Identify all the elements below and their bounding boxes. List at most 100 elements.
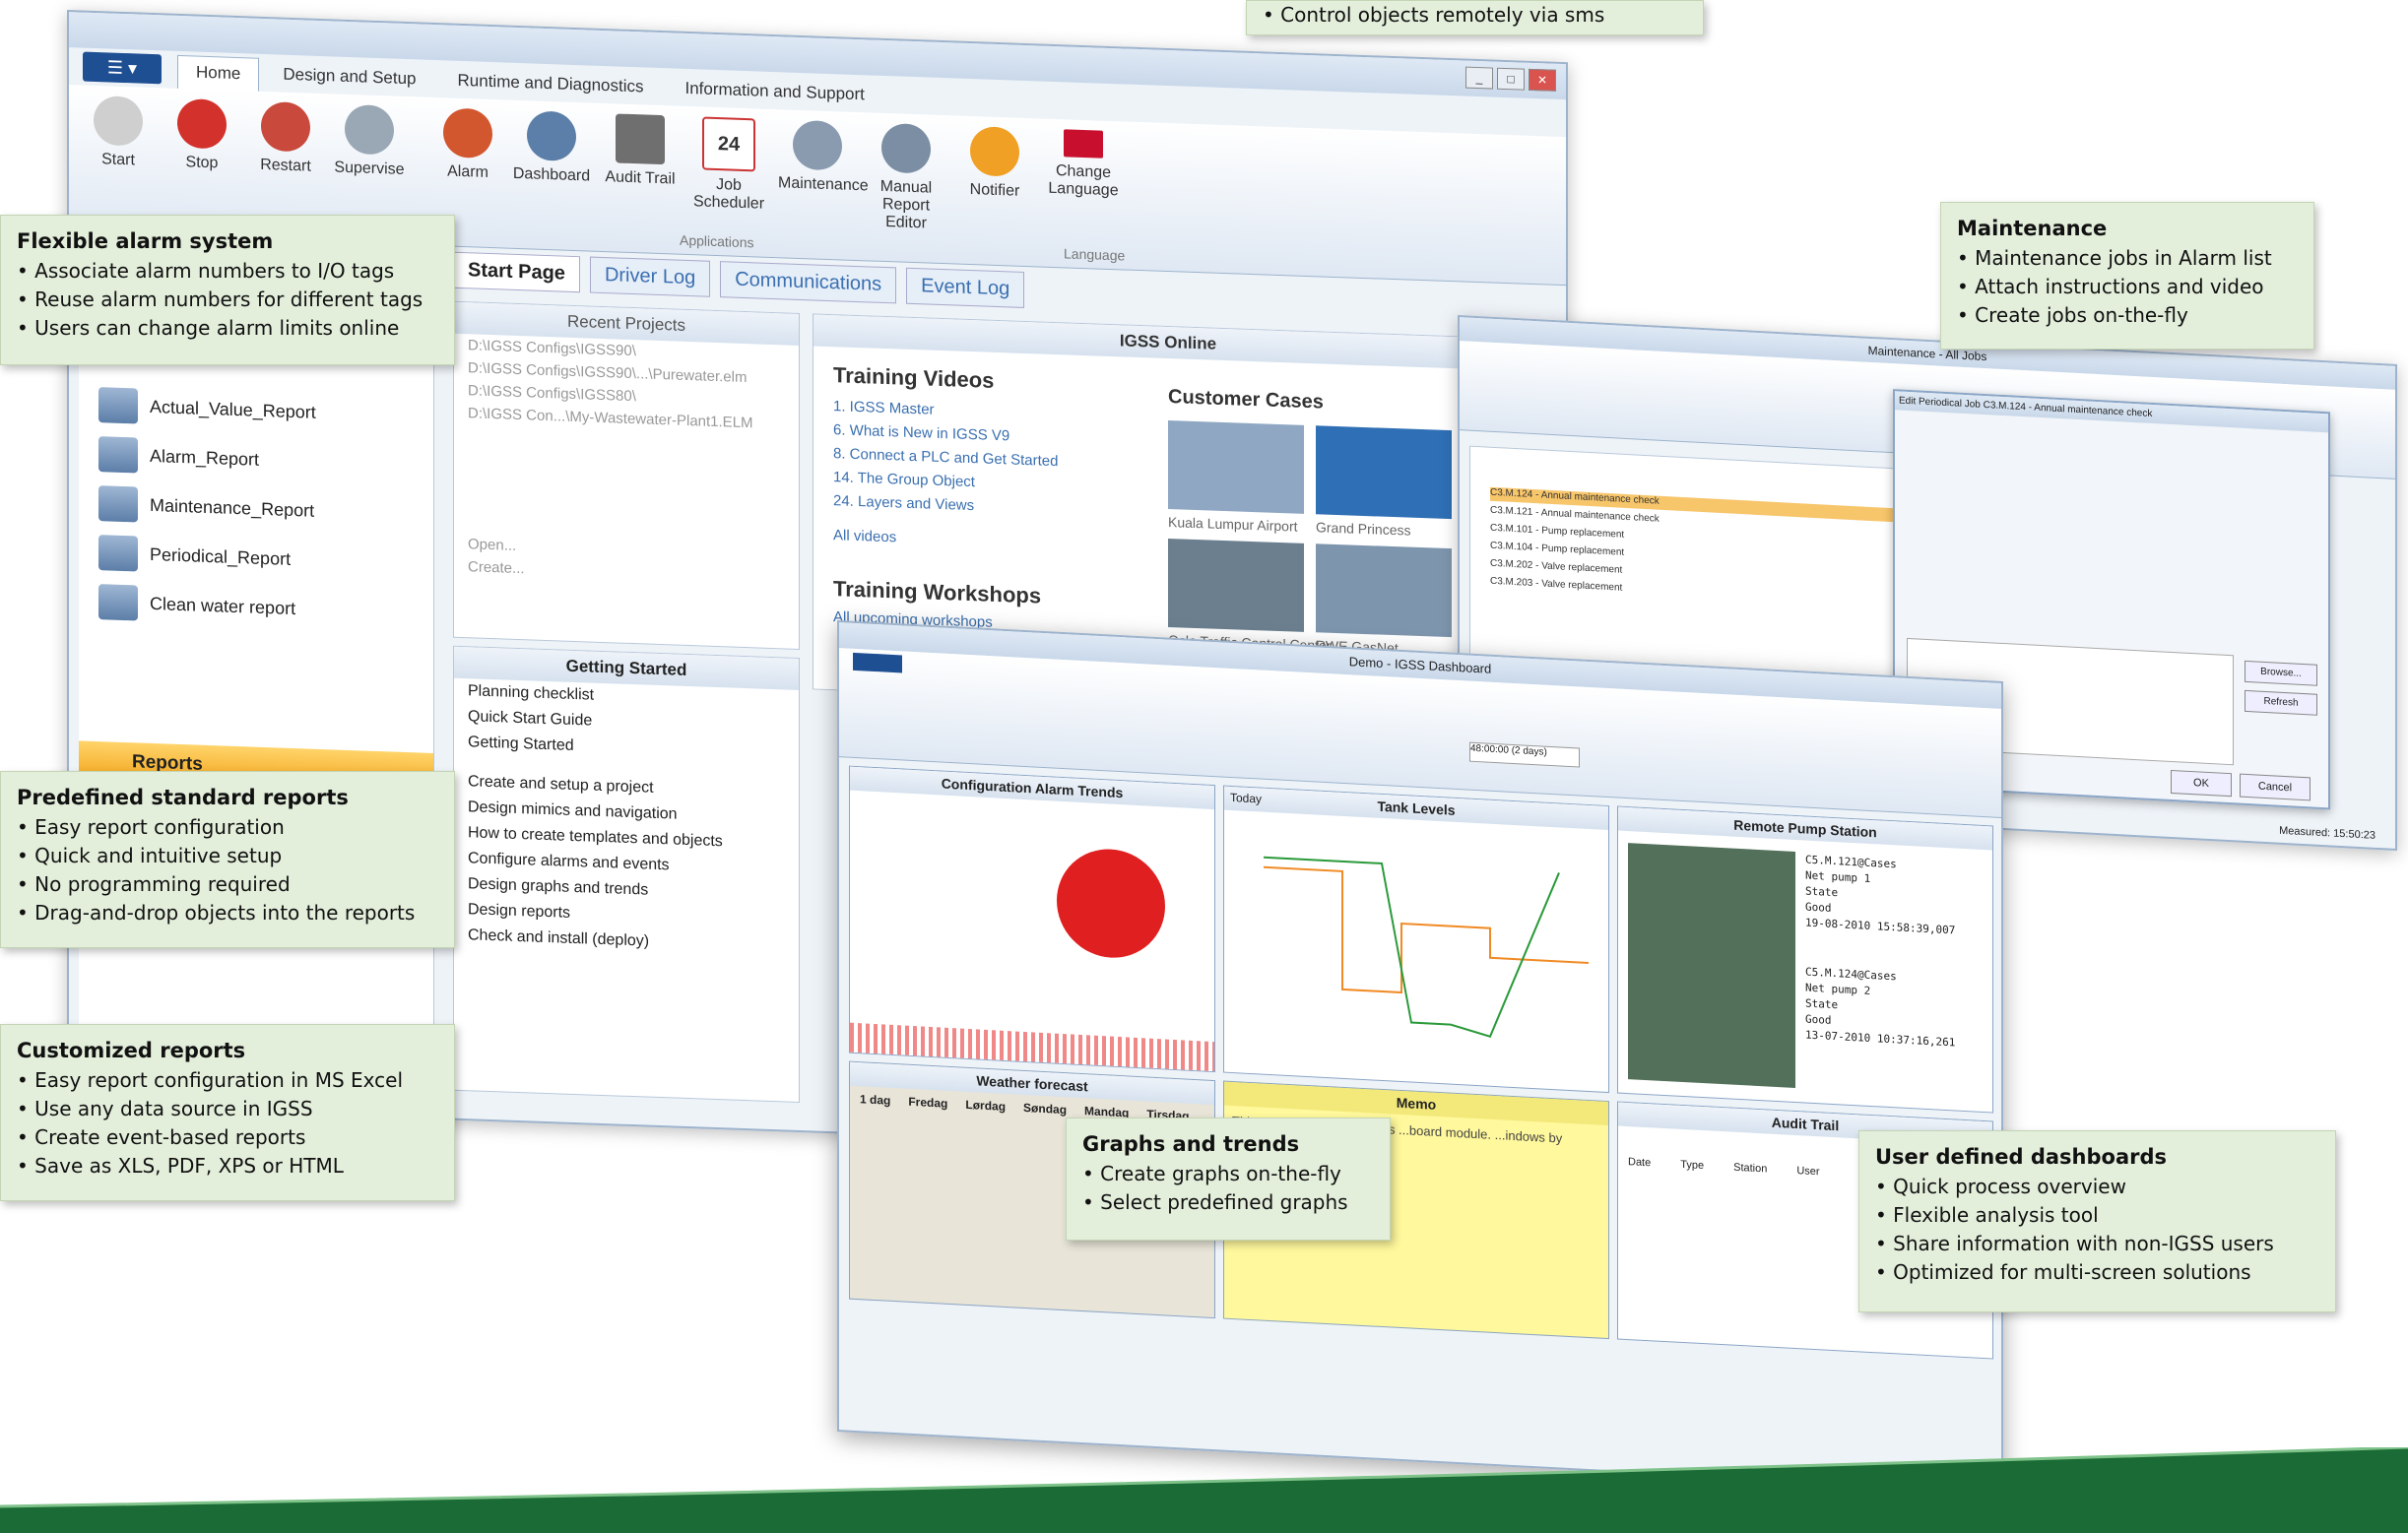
video-link[interactable]: 6. What is New in IGSS V9 xyxy=(833,421,1009,444)
minimize-button[interactable]: _ xyxy=(1465,66,1493,90)
tab-event-log[interactable]: Event Log xyxy=(906,267,1025,308)
igss-online-header: IGSS Online xyxy=(814,314,1523,371)
clapperboard-icon xyxy=(616,113,665,165)
tab-driver-log[interactable]: Driver Log xyxy=(589,256,711,297)
supervise-icon xyxy=(345,103,394,156)
alarm-button[interactable]: Alarm xyxy=(428,107,507,183)
report-editor-icon xyxy=(881,122,931,174)
report-icon xyxy=(98,387,138,424)
tab-start-page[interactable]: Start Page xyxy=(453,251,580,293)
callout-bullet: Control objects remotely via sms xyxy=(1263,1,1687,30)
window-controls: _ □ ✕ xyxy=(1465,66,1556,92)
measured-status: Measured: 15:50:23 xyxy=(2279,824,2375,842)
notifier-button[interactable]: Notifier xyxy=(955,125,1034,201)
cruise-ship-photo[interactable] xyxy=(1316,425,1452,520)
stop-icon xyxy=(177,97,227,150)
tank-level-series xyxy=(1264,856,1560,1038)
tab-home[interactable]: Home xyxy=(177,54,260,92)
reports-sidebar: Actual_Value_Report Alarm_Report Mainten… xyxy=(79,238,434,1099)
sidebar-item-actual-value-report[interactable]: Actual_Value_Report xyxy=(98,387,316,430)
start-button[interactable]: Start xyxy=(79,95,158,170)
callout-bullet: Drag-and-drop objects into the reports xyxy=(17,899,438,927)
sidebar-item-clean-water-report[interactable]: Clean water report xyxy=(98,584,295,626)
video-link[interactable]: 14. The Group Object xyxy=(833,469,975,490)
callout-graphs: Graphs and trends Create graphs on-the-f… xyxy=(1066,1118,1391,1241)
callout-title: Predefined standard reports xyxy=(17,786,349,809)
callout-dashboards: User defined dashboards Quick process ov… xyxy=(1858,1130,2336,1312)
callout-bullet: Use any data source in IGSS xyxy=(17,1095,438,1123)
green-swoosh-decoration xyxy=(0,1447,2408,1533)
app-menu-button[interactable] xyxy=(853,652,902,673)
browse-button[interactable]: Browse... xyxy=(2245,660,2317,686)
union-jack-icon xyxy=(1064,129,1103,159)
pump-2-status: C5.M.124@Cases Net pump 2 State Good 13-… xyxy=(1805,965,1956,1050)
callout-bullet: Quick process overview xyxy=(1875,1173,2319,1201)
play-icon xyxy=(94,95,143,147)
callout-bullet: Save as XLS, PDF, XPS or HTML xyxy=(17,1152,438,1181)
case-caption: Grand Princess xyxy=(1316,519,1411,539)
airport-photo[interactable] xyxy=(1168,420,1304,514)
app-menu-button[interactable]: ☰ ▾ xyxy=(83,51,162,85)
refresh-button[interactable]: Refresh xyxy=(2245,689,2317,716)
callout-bullet: Flexible analysis tool xyxy=(1875,1201,2319,1230)
callout-standard-reports: Predefined standard reports Easy report … xyxy=(0,771,455,948)
maximize-button[interactable]: □ xyxy=(1497,67,1525,91)
alarm-pie-chart xyxy=(1057,846,1165,961)
audit-trail-button[interactable]: Audit Trail xyxy=(601,113,680,189)
restart-button[interactable]: Restart xyxy=(246,100,325,176)
period-length-select[interactable]: 48:00:00 (2 days) xyxy=(1469,741,1580,768)
manual-report-editor-button[interactable]: Manual Report Editor xyxy=(867,122,945,233)
video-link[interactable]: 24. Layers and Views xyxy=(833,492,974,514)
video-link[interactable]: 1. IGSS Master xyxy=(833,398,935,418)
change-language-button[interactable]: Change Language xyxy=(1044,129,1123,201)
callout-bullet: No programming required xyxy=(17,870,438,899)
close-button[interactable]: ✕ xyxy=(1529,68,1556,92)
callout-bullet: Quick and intuitive setup xyxy=(17,842,438,870)
sidebar-item-maintenance-report[interactable]: Maintenance_Report xyxy=(98,485,314,529)
stop-button[interactable]: Stop xyxy=(163,97,241,173)
swoosh-band xyxy=(0,1447,2408,1533)
callout-bullet: Share information with non-IGSS users xyxy=(1875,1230,2319,1258)
restart-icon xyxy=(261,100,310,153)
callout-bullet: Reuse alarm numbers for different tags xyxy=(17,286,438,314)
callout-bullet: Create graphs on-the-fly xyxy=(1082,1160,1374,1188)
callout-bullet: Maintenance jobs in Alarm list xyxy=(1957,244,2298,273)
training-videos-heading: Training Videos xyxy=(833,362,995,393)
ok-button[interactable]: OK xyxy=(2171,769,2232,798)
callout-title: Customized reports xyxy=(17,1039,246,1062)
maintenance-button[interactable]: Maintenance xyxy=(778,119,869,195)
gasnet-photo[interactable] xyxy=(1316,543,1452,638)
tab-communications[interactable]: Communications xyxy=(720,261,897,304)
pump-1-status: C5.M.121@Cases Net pump 1 State Good 19-… xyxy=(1805,853,1956,937)
recent-projects-panel: Recent Projects D:\IGSS Configs\IGSS90\ … xyxy=(453,300,800,650)
customer-cases-heading: Customer Cases xyxy=(1168,386,1324,414)
callout-customized-reports: Customized reports Easy report configura… xyxy=(0,1024,455,1201)
group-label-language: Language xyxy=(1064,245,1126,264)
alarm-clock-icon xyxy=(443,107,492,160)
callout-title: Maintenance xyxy=(1957,217,2108,240)
calendar-icon: 24 xyxy=(702,116,755,172)
report-icon xyxy=(98,485,138,523)
wrench-icon xyxy=(793,119,842,171)
tank-levels-panel: Tank Levels Today xyxy=(1223,785,1609,1094)
supervise-button[interactable]: Supervise xyxy=(330,103,409,179)
video-link[interactable]: 8. Connect a PLC and Get Started xyxy=(833,445,1058,470)
callout-title: Graphs and trends xyxy=(1082,1132,1300,1156)
all-videos-link[interactable]: All videos xyxy=(833,527,896,545)
group-label-applications: Applications xyxy=(680,231,754,251)
callout-bullet: Attach instructions and video xyxy=(1957,273,2298,301)
job-scheduler-button[interactable]: 24 Job Scheduler xyxy=(689,116,768,214)
report-icon xyxy=(98,535,138,572)
sidebar-item-periodical-report[interactable]: Periodical_Report xyxy=(98,535,291,577)
gauge-icon xyxy=(527,110,576,162)
callout-bullet: Select predefined graphs xyxy=(1082,1188,1374,1217)
callout-bullet: Associate alarm numbers to I/O tags xyxy=(17,257,438,286)
report-icon xyxy=(98,436,138,474)
tank-level-chart xyxy=(1264,856,1589,1038)
tank-level-series xyxy=(1264,865,1589,994)
dashboard-button[interactable]: Dashboard xyxy=(512,110,591,186)
cancel-button[interactable]: Cancel xyxy=(2240,773,2310,801)
case-caption: Kuala Lumpur Airport xyxy=(1168,514,1298,535)
control-room-photo[interactable] xyxy=(1168,539,1304,632)
sidebar-item-alarm-report[interactable]: Alarm_Report xyxy=(98,436,259,478)
